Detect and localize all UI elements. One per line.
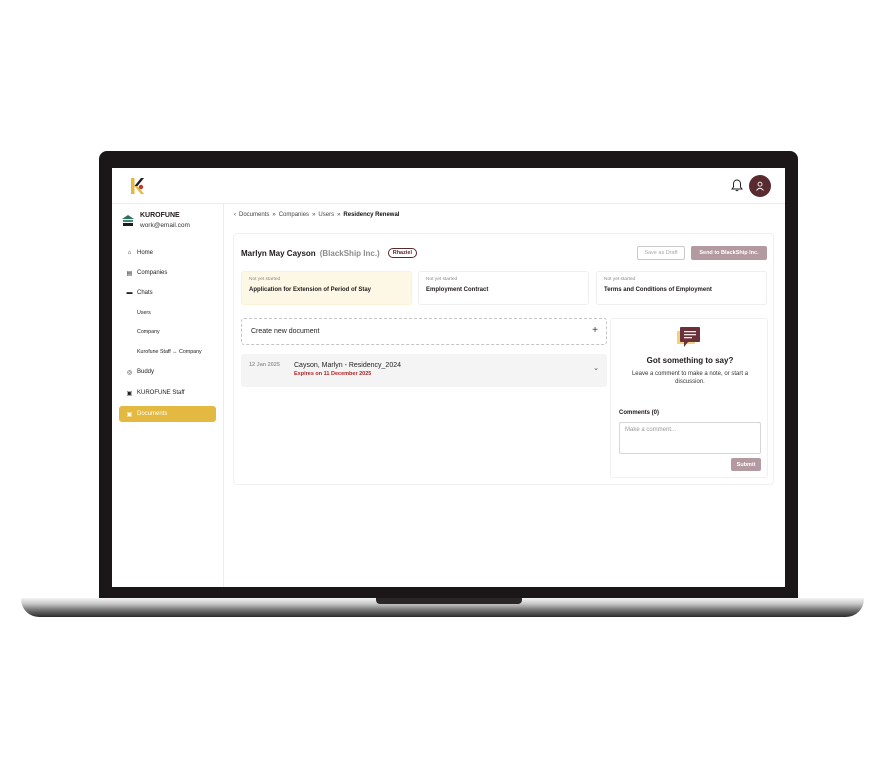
- document-card[interactable]: Not yet started Terms and Conditions of …: [596, 271, 767, 305]
- breadcrumb-users[interactable]: Users: [318, 212, 334, 218]
- breadcrumb-separator: »: [272, 212, 276, 218]
- document-card[interactable]: Not yet started Employment Contract: [418, 271, 589, 305]
- chat-icon: ▬: [126, 290, 133, 296]
- card-title: Terms and Conditions of Employment: [604, 287, 712, 293]
- card-title: Application for Extension of Period of S…: [249, 287, 372, 293]
- home-icon: ⌂: [127, 250, 132, 256]
- building-icon: ▤: [126, 270, 133, 277]
- document-expiry: Expires on 11 December 2025: [294, 371, 372, 377]
- comments-subtitle: Leave a comment to make a note, or start…: [631, 371, 749, 385]
- user-icon: [756, 181, 764, 191]
- sidebar-item-chats[interactable]: ▬ Chats: [119, 285, 216, 301]
- page-title: Marlyn May Cayson (BlackShip Inc.) Rhazi…: [241, 248, 417, 258]
- staff-icon: ▣: [126, 390, 133, 397]
- sidebar-item-company[interactable]: Company: [119, 324, 216, 340]
- sidebar-item-label: Companies: [137, 270, 168, 276]
- card-status: Not yet started: [604, 277, 636, 282]
- document-icon: ▣: [126, 411, 133, 418]
- comments-count: Comments (0): [619, 410, 660, 416]
- sidebar-item-label: KUROFUNE Staff: [137, 390, 185, 396]
- send-button[interactable]: Send to BlackShip Inc.: [691, 246, 767, 260]
- sidebar-item-users[interactable]: Users: [119, 305, 216, 321]
- sidebar-item-label: Buddy: [137, 369, 155, 375]
- org-building-icon: [122, 215, 134, 226]
- comments-title: Got something to say?: [646, 356, 734, 365]
- document-card[interactable]: Not yet started Application for Extensio…: [241, 271, 412, 305]
- breadcrumb-companies[interactable]: Companies: [279, 212, 309, 218]
- sidebar-item-home[interactable]: ⌂ Home: [119, 245, 216, 261]
- comments-panel: Got something to say? Leave a comment to…: [610, 318, 768, 478]
- person-name: Marlyn May Cayson: [241, 248, 316, 258]
- sidebar-item-staff-company[interactable]: Kurofune Staff ↔ Company: [119, 344, 216, 360]
- card-status: Not yet started: [426, 277, 458, 282]
- laptop-notch: [376, 598, 522, 604]
- breadcrumb-current: Residency Renewal: [343, 212, 400, 218]
- sidebar: KUROFUNE work@email.com ⌂ Home ▤ Compani…: [112, 204, 224, 587]
- save-draft-button[interactable]: Save as Draft: [637, 246, 685, 260]
- company-name: (BlackShip Inc.): [319, 248, 380, 258]
- buddy-icon: ◎: [126, 369, 133, 376]
- org-profile[interactable]: KUROFUNE work@email.com: [122, 212, 222, 236]
- sidebar-item-label: Users: [137, 310, 151, 316]
- breadcrumb-separator: »: [312, 212, 316, 218]
- plus-icon: +: [592, 325, 598, 336]
- card-status: Not yet started: [249, 277, 281, 282]
- create-document-button[interactable]: Create new document +: [241, 318, 607, 345]
- sidebar-item-label: Chats: [137, 290, 153, 296]
- comment-input[interactable]: Make a comment...: [619, 422, 761, 454]
- sidebar-item-documents[interactable]: ▣ Documents: [119, 406, 216, 422]
- breadcrumb-documents[interactable]: Documents: [239, 212, 269, 218]
- document-name: Cayson, Marlyn - Residency_2024: [294, 362, 401, 369]
- sidebar-item-label: Company: [137, 329, 160, 335]
- org-email: work@email.com: [140, 222, 190, 229]
- chevron-down-icon[interactable]: ⌄: [593, 364, 599, 372]
- back-chevron-icon[interactable]: ‹: [234, 212, 236, 218]
- org-name: KUROFUNE: [140, 212, 180, 219]
- kurofune-logo[interactable]: [129, 177, 145, 195]
- sidebar-item-companies[interactable]: ▤ Companies: [119, 265, 216, 281]
- breadcrumb: ‹ Documents » Companies » Users » Reside…: [234, 212, 399, 218]
- app-screen: KUROFUNE work@email.com ⌂ Home ▤ Compani…: [112, 168, 785, 587]
- submit-button[interactable]: Submit: [731, 458, 761, 471]
- card-title: Employment Contract: [426, 287, 489, 293]
- document-row[interactable]: 12 Jan 2025 Cayson, Marlyn - Residency_2…: [241, 354, 607, 387]
- chat-bubble-icon: [677, 327, 700, 347]
- document-date: 12 Jan 2025: [249, 362, 280, 368]
- breadcrumb-separator: »: [337, 212, 341, 218]
- sidebar-item-label: Documents: [137, 411, 168, 417]
- assignee-tag[interactable]: Rhaziel: [387, 248, 417, 258]
- sidebar-item-kurofune-staff[interactable]: ▣ KUROFUNE Staff: [119, 385, 216, 401]
- bell-icon[interactable]: [731, 179, 743, 192]
- sidebar-item-buddy[interactable]: ◎ Buddy: [119, 364, 216, 380]
- top-bar: [112, 168, 785, 204]
- sidebar-item-label: Kurofune Staff ↔ Company: [137, 349, 202, 355]
- user-avatar[interactable]: [749, 175, 771, 197]
- sidebar-item-label: Home: [137, 250, 154, 256]
- create-document-label: Create new document: [251, 328, 320, 335]
